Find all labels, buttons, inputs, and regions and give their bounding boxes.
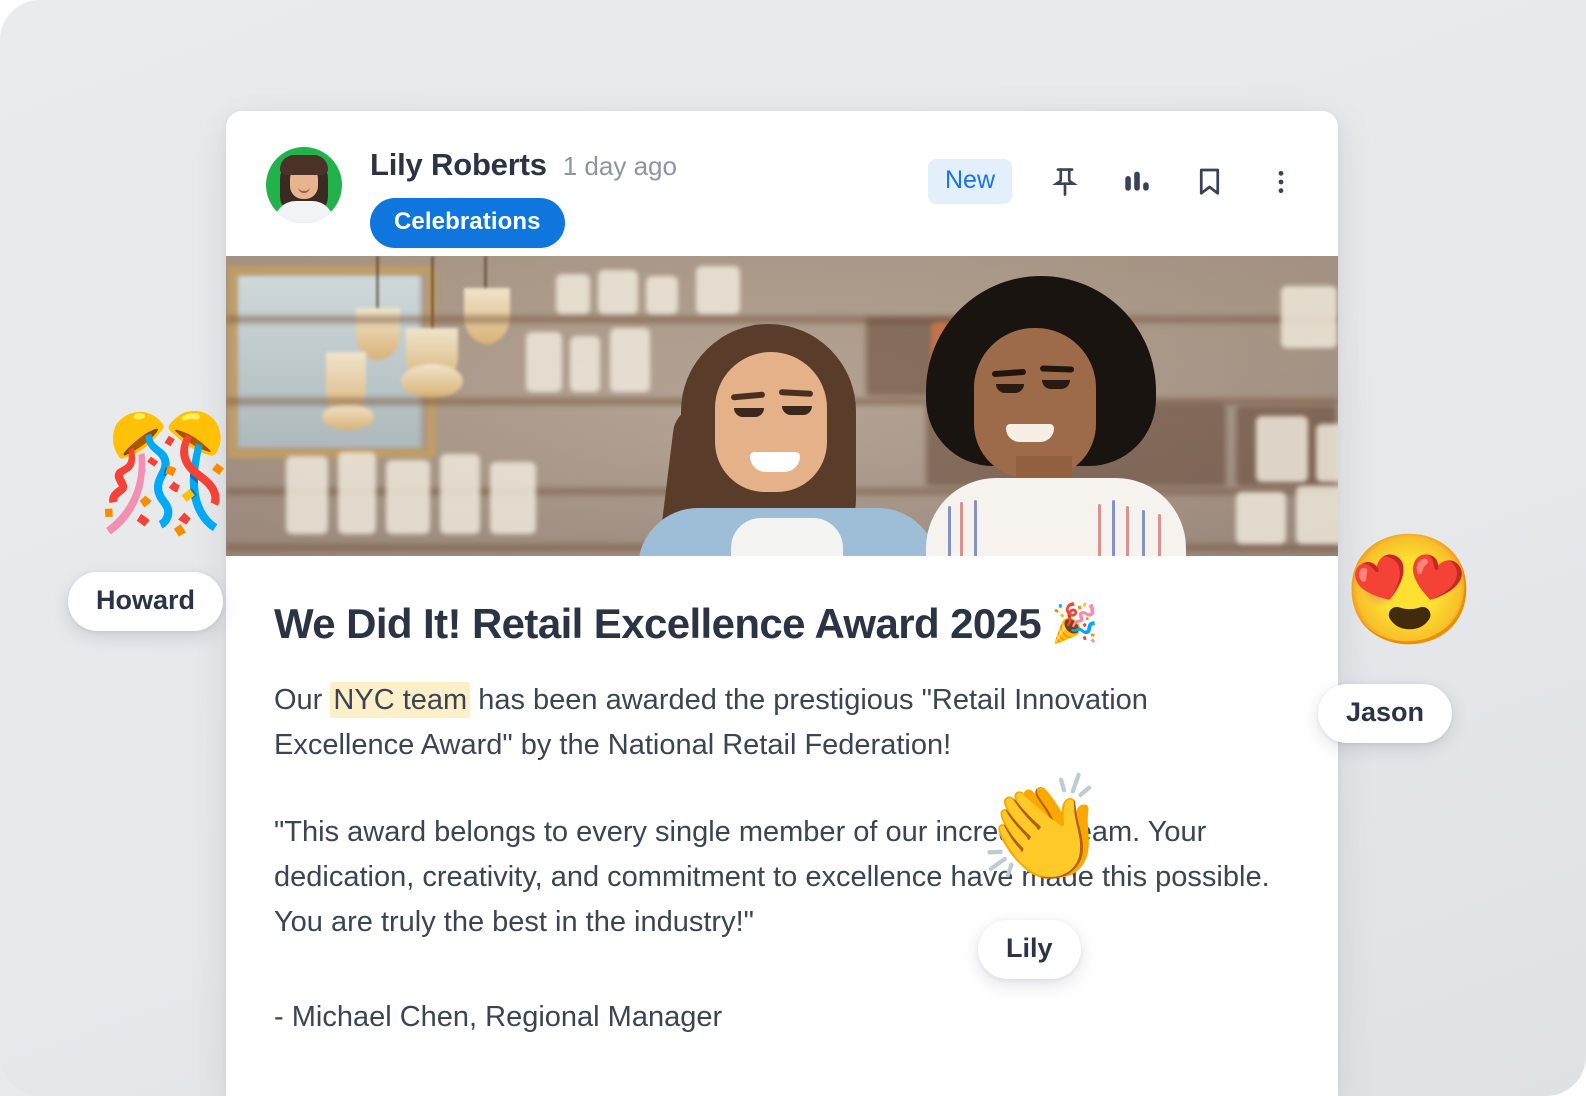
post-header: Lily Roberts 1 day ago Celebrations New bbox=[226, 111, 1338, 256]
confetti-ball-emoji[interactable]: 🎊 bbox=[96, 418, 235, 530]
highlighted-text: NYC team bbox=[330, 682, 470, 718]
reaction-name-chip-jason[interactable]: Jason bbox=[1318, 684, 1452, 743]
post-body: We Did It! Retail Excellence Award 2025 … bbox=[226, 556, 1338, 1034]
post-card: Lily Roberts 1 day ago Celebrations New bbox=[226, 111, 1338, 1096]
bookmark-icon[interactable] bbox=[1190, 163, 1228, 201]
reaction-name-chip-lily[interactable]: Lily bbox=[978, 920, 1081, 979]
status-badge: New bbox=[928, 159, 1012, 204]
author-name[interactable]: Lily Roberts bbox=[370, 147, 547, 183]
avatar-hair-front bbox=[280, 155, 328, 175]
page-title: We Did It! Retail Excellence Award 2025 … bbox=[274, 600, 1294, 648]
post-paragraph-1: Our NYC team has been awarded the presti… bbox=[274, 678, 1274, 768]
more-vertical-icon[interactable] bbox=[1262, 163, 1300, 201]
party-popper-icon: 🎉 bbox=[1051, 605, 1098, 643]
topic-badge[interactable]: Celebrations bbox=[370, 198, 565, 248]
reaction-name-chip-howard[interactable]: Howard bbox=[68, 572, 223, 631]
author-line: Lily Roberts 1 day ago bbox=[370, 147, 677, 183]
post-hero-image bbox=[226, 256, 1338, 556]
paragraph-1-before: Our bbox=[274, 684, 330, 716]
heart-eyes-emoji[interactable]: 😍 bbox=[1342, 536, 1476, 644]
screenshot-root: Lily Roberts 1 day ago Celebrations New bbox=[0, 0, 1586, 1096]
clapping-hands-emoji[interactable]: 👏 bbox=[978, 778, 1108, 882]
post-timestamp: 1 day ago bbox=[563, 151, 677, 182]
post-actions: New bbox=[928, 159, 1300, 204]
post-signature: - Michael Chen, Regional Manager bbox=[274, 1001, 1294, 1034]
avatar-shirt bbox=[274, 201, 334, 223]
hero-photo bbox=[226, 256, 1338, 556]
avatar[interactable] bbox=[266, 147, 342, 223]
post-paragraph-2: "This award belongs to every single memb… bbox=[274, 810, 1274, 945]
post-header-text: Lily Roberts 1 day ago Celebrations bbox=[370, 145, 677, 248]
pin-icon[interactable] bbox=[1046, 163, 1084, 201]
bar-chart-icon[interactable] bbox=[1118, 163, 1156, 201]
post-title-text: We Did It! Retail Excellence Award 2025 bbox=[274, 600, 1041, 648]
